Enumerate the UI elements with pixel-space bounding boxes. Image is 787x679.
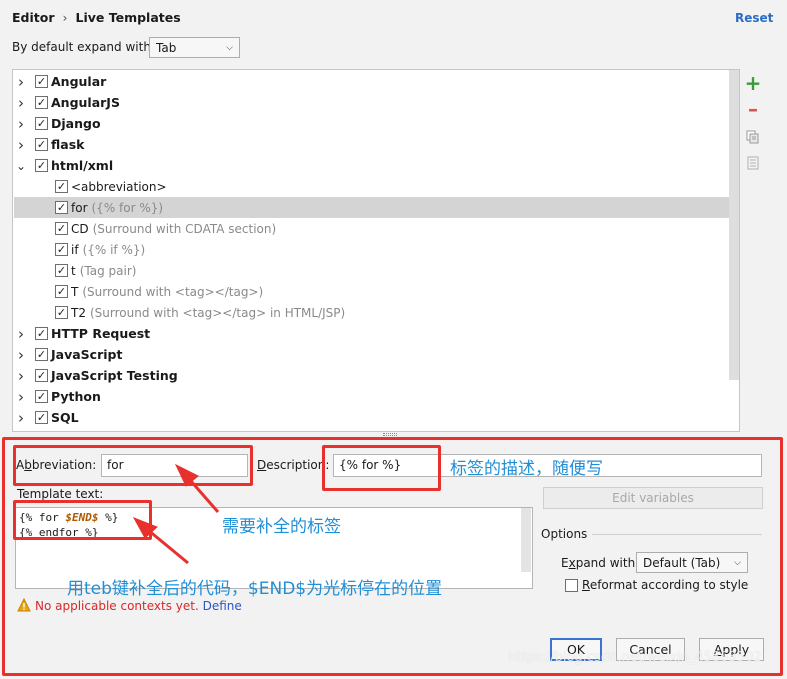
tree-group-row[interactable]: › ✓ Angular (14, 71, 730, 92)
group-checkbox[interactable]: ✓ (35, 75, 48, 88)
chevron-right-icon[interactable]: › (16, 346, 26, 364)
template-abbreviation: <abbreviation> (71, 179, 167, 194)
tree-template-row[interactable]: ✓ <abbreviation> (14, 176, 730, 197)
tree-group-row[interactable]: › ✓ SQL (14, 407, 730, 428)
group-name: Django (51, 116, 101, 131)
group-checkbox[interactable]: ✓ (35, 390, 48, 403)
group-checkbox[interactable]: ✓ (35, 96, 48, 109)
breadcrumb-separator: › (62, 10, 68, 25)
group-checkbox[interactable]: ✓ (35, 348, 48, 361)
template-checkbox[interactable]: ✓ (55, 222, 68, 235)
document-icon[interactable] (744, 154, 762, 172)
chevron-down-icon[interactable]: ⌄ (16, 159, 26, 173)
breadcrumb: Editor › Live Templates (12, 10, 181, 25)
template-description: ({% for %}) (91, 200, 164, 215)
default-expand-label: By default expand with (12, 40, 151, 54)
annotation-abbreviation-note: 需要补全的标签 (222, 517, 341, 537)
template-checkbox[interactable]: ✓ (55, 201, 68, 214)
add-icon[interactable]: + (744, 71, 762, 95)
tree-scrollbar[interactable] (729, 70, 739, 380)
group-name: JavaScript (51, 347, 123, 362)
template-abbreviation: t (71, 263, 76, 278)
chevron-down-icon: ⌵ (226, 42, 233, 53)
tree-group-row[interactable]: › ✓ Django (14, 113, 730, 134)
breadcrumb-page: Live Templates (75, 10, 181, 25)
tree-group-row[interactable]: › ✓ JavaScript (14, 344, 730, 365)
template-description: (Surround with <tag></tag> in HTML/JSP) (89, 305, 346, 320)
annotation-abbreviation-box (13, 445, 253, 486)
template-description: (Surround with <tag></tag>) (82, 284, 264, 299)
chevron-right-icon[interactable]: › (16, 115, 26, 133)
group-name: Python (51, 389, 101, 404)
tree-template-row[interactable]: ✓ T2 (Surround with <tag></tag> in HTML/JS… (14, 302, 730, 323)
group-name: html/xml (51, 158, 114, 173)
group-name: AngularJS (51, 95, 120, 110)
template-description: (Surround with CDATA section) (92, 221, 277, 236)
tree-group-row[interactable]: ⌄ ✓ html/xml (14, 155, 730, 176)
tree-template-row[interactable]: ✓ t (Tag pair) (14, 260, 730, 281)
group-checkbox[interactable]: ✓ (35, 411, 48, 424)
default-expand-value: Tab (156, 40, 177, 55)
group-name: HTTP Request (51, 326, 151, 341)
annotation-template-note: 用teb键补全后的代码，$END$为光标停在的位置 (67, 579, 443, 599)
group-checkbox[interactable]: ✓ (35, 159, 48, 172)
templates-tree[interactable]: › ✓ Angular › ✓ AngularJS › ✓ Django › ✓ flask ⌄ ✓ htm… (12, 69, 740, 432)
annotation-template-box (13, 500, 152, 540)
chevron-right-icon[interactable]: › (16, 136, 26, 154)
chevron-right-icon[interactable]: › (16, 388, 26, 406)
group-name: Angular (51, 74, 107, 89)
reset-link[interactable]: Reset (735, 11, 773, 25)
template-abbreviation: CD (71, 221, 89, 236)
remove-icon[interactable]: – (744, 97, 762, 121)
tree-group-row[interactable]: › ✓ JavaScript Testing (14, 365, 730, 386)
template-abbreviation: T (71, 284, 79, 299)
template-checkbox[interactable]: ✓ (55, 264, 68, 277)
tree-template-row[interactable]: ✓ CD (Surround with CDATA section) (14, 218, 730, 239)
tree-template-row[interactable]: ✓ if ({% if %}) (14, 239, 730, 260)
chevron-right-icon[interactable]: › (16, 367, 26, 385)
group-checkbox[interactable]: ✓ (35, 369, 48, 382)
template-checkbox[interactable]: ✓ (55, 243, 68, 256)
template-checkbox[interactable]: ✓ (55, 180, 68, 193)
template-checkbox[interactable]: ✓ (55, 306, 68, 319)
template-description: (Tag pair) (79, 263, 137, 278)
tree-group-row[interactable]: › ✓ Python (14, 386, 730, 407)
tree-group-row[interactable]: › ✓ HTTP Request (14, 323, 730, 344)
tree-template-row[interactable]: ✓ for ({% for %}) (14, 197, 730, 218)
tree-template-row[interactable]: ✓ T (Surround with <tag></tag>) (14, 281, 730, 302)
template-abbreviation: T2 (71, 305, 86, 320)
default-expand-select[interactable]: Tab ⌵ (149, 37, 240, 58)
chevron-right-icon[interactable]: › (16, 409, 26, 427)
splitter-handle[interactable] (383, 433, 397, 436)
chevron-right-icon[interactable]: › (16, 73, 26, 91)
group-checkbox[interactable]: ✓ (35, 138, 48, 151)
watermark: https://blog.csdn.net/weixin_45863502 (508, 650, 762, 665)
group-name: JavaScript Testing (51, 368, 178, 383)
chevron-right-icon[interactable]: › (16, 94, 26, 112)
chevron-right-icon[interactable]: › (16, 325, 26, 343)
copy-icon[interactable] (744, 128, 762, 146)
template-checkbox[interactable]: ✓ (55, 285, 68, 298)
template-abbreviation: for (71, 200, 88, 215)
template-description: ({% if %}) (82, 242, 146, 257)
group-name: flask (51, 137, 85, 152)
template-abbreviation: if (71, 242, 79, 257)
tree-group-row[interactable]: › ✓ AngularJS (14, 92, 730, 113)
tree-group-row[interactable]: › ✓ flask (14, 134, 730, 155)
annotation-description-box (322, 445, 441, 491)
breadcrumb-root[interactable]: Editor (12, 10, 55, 25)
annotation-description-note: 标签的描述，随便写 (450, 459, 603, 479)
group-checkbox[interactable]: ✓ (35, 327, 48, 340)
group-name: SQL (51, 410, 79, 425)
group-checkbox[interactable]: ✓ (35, 117, 48, 130)
